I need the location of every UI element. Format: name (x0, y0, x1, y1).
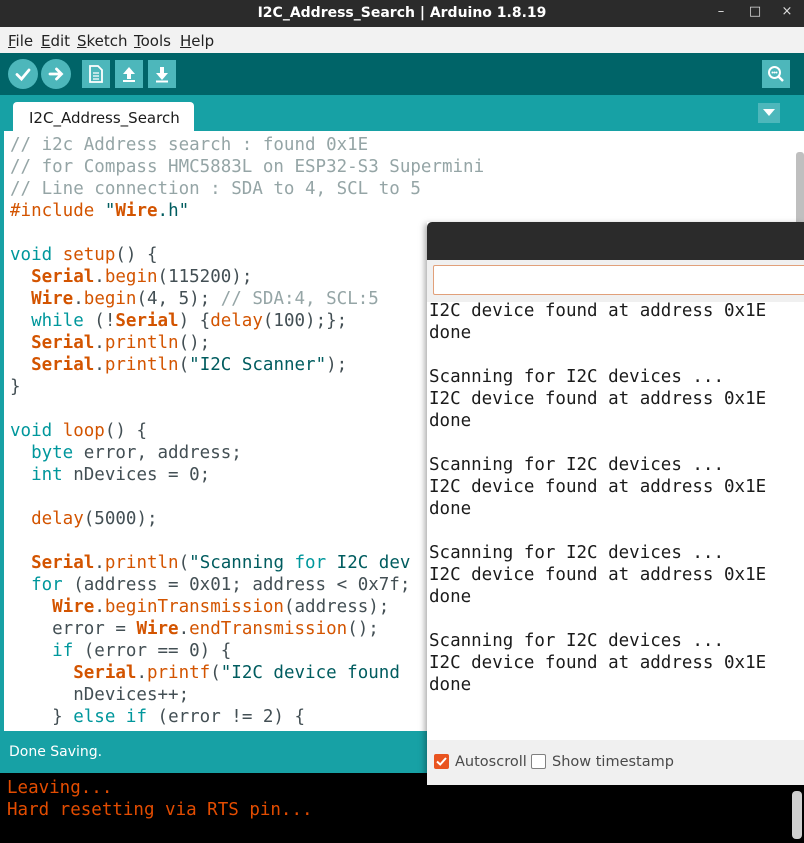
window-title: I2C_Address_Search | Arduino 1.8.19 (257, 5, 547, 21)
menu-help[interactable]: Help (180, 32, 214, 50)
verify-button[interactable] (8, 59, 38, 89)
open-button[interactable] (115, 60, 143, 88)
menu-sketch[interactable]: Sketch (77, 32, 128, 50)
menu-bar: File Edit Sketch Tools Help (0, 27, 804, 53)
show-timestamp-label[interactable]: Show timestamp (552, 754, 674, 770)
upload-button[interactable] (41, 59, 71, 89)
serial-monitor-header[interactable] (427, 222, 804, 260)
save-icon (156, 67, 168, 83)
close-button[interactable]: × (778, 3, 796, 21)
tab-i2c-address-search[interactable]: I2C_Address_Search (13, 102, 194, 131)
serial-monitor-window: I2C device found at address 0x1E done Sc… (427, 222, 804, 785)
menu-file[interactable]: File (8, 32, 33, 50)
toolbar (0, 53, 804, 95)
new-icon (89, 65, 103, 83)
menu-edit[interactable]: Edit (41, 32, 70, 50)
title-bar: I2C_Address_Search | Arduino 1.8.19 – □ … (0, 0, 804, 27)
tab-menu-button[interactable] (758, 103, 780, 123)
autoscroll-label[interactable]: Autoscroll (455, 754, 527, 770)
serial-options-bar: Autoscroll Show timestamp (427, 740, 804, 785)
verify-icon (15, 68, 31, 82)
autoscroll-checkbox[interactable] (434, 754, 449, 769)
serial-input-row (427, 260, 804, 302)
show-timestamp-checkbox[interactable] (531, 754, 546, 769)
checkmark-icon (436, 757, 447, 766)
serial-output: I2C device found at address 0x1E done Sc… (427, 300, 804, 740)
tab-label: I2C_Address_Search (29, 109, 180, 127)
save-button[interactable] (148, 60, 176, 88)
upload-icon (48, 67, 64, 81)
tab-bar: I2C_Address_Search (0, 95, 804, 131)
menu-tools[interactable]: Tools (134, 32, 171, 50)
serial-monitor-button[interactable] (762, 60, 790, 88)
serial-input-field[interactable] (433, 265, 804, 295)
minimize-button[interactable]: – (712, 3, 730, 21)
chevron-down-icon (763, 109, 775, 116)
open-icon (123, 67, 135, 82)
serial-monitor-icon (768, 66, 784, 82)
serial-output-text: I2C device found at address 0x1E done Sc… (429, 301, 767, 695)
maximize-button[interactable]: □ (746, 3, 764, 21)
new-button[interactable] (82, 60, 110, 88)
console-scrollbar[interactable] (792, 791, 802, 839)
console-text: Leaving... Hard resetting via RTS pin... (7, 778, 313, 820)
code-text[interactable]: // i2c Address search : found 0x1E // fo… (10, 134, 484, 728)
status-message: Done Saving. (9, 744, 103, 760)
